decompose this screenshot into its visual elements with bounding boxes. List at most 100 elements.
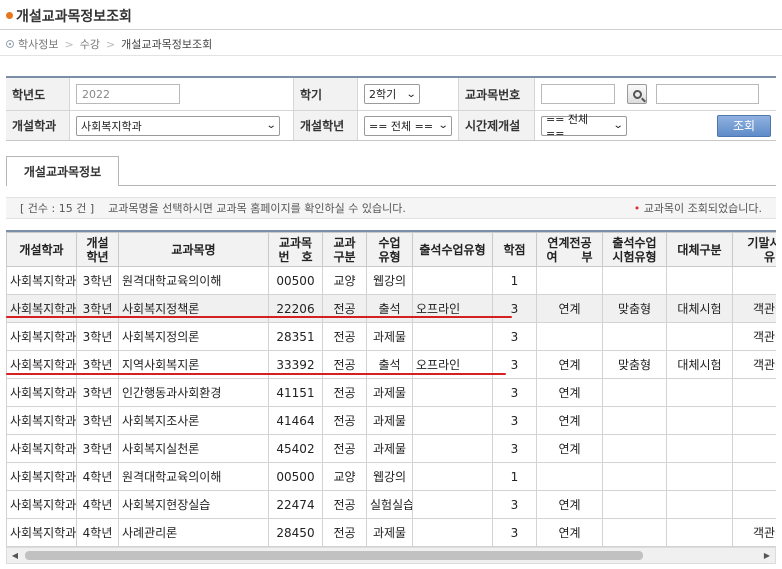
table-cell: 교양	[322, 462, 367, 491]
table-row[interactable]: 사회복지학과 4학년 원격대학교육의이해 00500 교양 웹강의 1	[6, 462, 776, 491]
table-cell: 대체시험	[666, 294, 733, 323]
bullet-icon	[6, 12, 13, 19]
year-input[interactable]: 2022	[76, 84, 180, 104]
table-row[interactable]: 사회복지학과 3학년 사회복지조사론 41464 전공 과제물 3 연계	[6, 406, 776, 435]
table-cell: 22474	[268, 490, 323, 519]
column-header: 연계전공 여 부	[536, 232, 603, 267]
table-cell: 맞춤형	[602, 350, 667, 379]
course-name-link[interactable]: 인간행동과사회환경	[118, 378, 269, 407]
table-cell: 전공	[322, 518, 367, 547]
horizontal-scrollbar[interactable]: ◀ ▶	[6, 547, 776, 564]
scroll-right-icon[interactable]: ▶	[759, 548, 775, 563]
table-row[interactable]: 사회복지학과 3학년 원격대학교육의이해 00500 교양 웹강의 1	[6, 266, 776, 295]
table-cell: 전공	[322, 490, 367, 519]
grade-select[interactable]: == 전체 == ⌄	[364, 115, 452, 136]
course-name-input[interactable]	[656, 84, 759, 104]
table-row[interactable]: 사회복지학과4학년사례관리론28450전공과제물 3연계 객관식	[6, 518, 776, 547]
column-header: 교과 구분	[322, 232, 367, 267]
table-cell: 전공	[322, 406, 367, 435]
table-cell: 과제물	[366, 322, 413, 351]
table-cell	[536, 322, 603, 351]
course-name-link[interactable]: 사회복지정책론	[118, 294, 269, 323]
table-cell	[602, 490, 667, 519]
table-cell: 대체시험	[666, 350, 733, 379]
table-cell: 3	[492, 378, 537, 407]
breadcrumb-item[interactable]: 수강	[80, 36, 100, 52]
column-header: 교과목명	[118, 232, 269, 267]
table-row[interactable]: 사회복지학과 3학년 사회복지실천론 45402 전공 과제물 3 연계	[6, 434, 776, 463]
table-cell	[732, 266, 776, 295]
table-cell	[602, 434, 667, 463]
course-search-button[interactable]	[627, 84, 647, 104]
divider	[6, 185, 776, 186]
column-header: 개설 학년	[76, 232, 119, 267]
table-cell: 1	[492, 266, 537, 295]
table-cell: 웹강의	[366, 266, 413, 295]
table-cell: 연계	[536, 518, 603, 547]
table-cell: 교양	[322, 266, 367, 295]
table-cell: 과제물	[366, 378, 413, 407]
table-cell	[412, 266, 493, 295]
breadcrumb: 학사정보 > 수강 > 개설교과목정보조회	[6, 36, 212, 52]
course-name-link[interactable]: 사회복지현장실습	[118, 490, 269, 519]
column-header: 수업 유형	[366, 232, 413, 267]
table-cell	[666, 266, 733, 295]
breadcrumb-item[interactable]: 학사정보	[18, 36, 58, 52]
home-icon	[6, 40, 14, 48]
table-cell: 3학년	[76, 266, 119, 295]
search-icon	[632, 89, 642, 99]
table-cell	[412, 406, 493, 435]
table-cell: 3	[492, 322, 537, 351]
chevron-down-icon: ⌄	[612, 120, 624, 131]
table-cell	[412, 462, 493, 491]
course-name-link[interactable]: 사회복지조사론	[118, 406, 269, 435]
table-cell: 00500	[268, 462, 323, 491]
table-cell	[666, 406, 733, 435]
divider	[0, 55, 782, 56]
table-cell	[732, 434, 776, 463]
table-cell	[602, 518, 667, 547]
table-cell: 3학년	[76, 322, 119, 351]
table-cell	[666, 462, 733, 491]
table-row[interactable]: 사회복지학과 3학년 사회복지정책론 22206 전공 출석 오프라인 3 연계 맞춤형 대체시험 객…	[6, 294, 776, 323]
scrollbar-thumb[interactable]	[25, 551, 643, 560]
dept-select[interactable]: 사회복지학과 ⌄	[76, 115, 280, 136]
table-cell	[602, 462, 667, 491]
table-cell: 00500	[268, 266, 323, 295]
scroll-left-icon[interactable]: ◀	[7, 548, 23, 563]
column-header: 기말시험 유	[732, 232, 776, 267]
table-cell	[602, 266, 667, 295]
table-cell	[602, 378, 667, 407]
course-name-link[interactable]: 사회복지실천론	[118, 434, 269, 463]
column-header: 출석수업 시험유형	[602, 232, 667, 267]
parttime-select[interactable]: == 전체 == ⌄	[541, 113, 627, 140]
course-name-link[interactable]: 사례관리론	[118, 518, 269, 547]
table-row[interactable]: 사회복지학과3학년사회복지정의론28351전공과제물 3 객관식	[6, 322, 776, 351]
semester-select[interactable]: 2학기 ⌄	[364, 84, 420, 104]
breadcrumb-current: 개설교과목정보조회	[121, 38, 213, 51]
course-table: 개설학과 개설 학년 교과목명 교과목 번 호 교과 구분 수업 유형 출석수업…	[6, 232, 776, 547]
table-cell: 사회복지학과	[6, 322, 77, 351]
tab-course-info[interactable]: 개설교과목정보	[6, 156, 119, 186]
table-row[interactable]: 사회복지학과 4학년 사회복지현장실습 22474 전공 실험실습 3 연계	[6, 490, 776, 519]
result-count: [ 건수 : 15 건 ]	[20, 202, 95, 215]
table-cell: 전공	[322, 322, 367, 351]
table-cell	[412, 434, 493, 463]
table-cell	[536, 462, 603, 491]
table-cell	[602, 406, 667, 435]
table-cell: 연계	[536, 434, 603, 463]
info-bar: [ 건수 : 15 건 ] 교과목명을 선택하시면 교과목 홈페이지를 확인하실…	[6, 197, 776, 219]
course-name-link[interactable]: 원격대학교육의이해	[118, 462, 269, 491]
divider	[0, 29, 782, 30]
table-row[interactable]: 사회복지학과 3학년 인간행동과사회환경 41151 전공 과제물 3 연계	[6, 378, 776, 407]
table-cell: 45402	[268, 434, 323, 463]
course-no-input[interactable]	[541, 84, 615, 104]
title-bar: 개설교과목정보조회	[0, 0, 782, 30]
course-name-link[interactable]: 원격대학교육의이해	[118, 266, 269, 295]
course-name-link[interactable]: 사회복지정의론	[118, 322, 269, 351]
query-button[interactable]: 조회	[717, 114, 771, 137]
table-cell: 3	[492, 406, 537, 435]
table-cell: 41464	[268, 406, 323, 435]
chevron-down-icon: ⌄	[437, 120, 449, 131]
red-underline-annotation	[6, 373, 506, 375]
